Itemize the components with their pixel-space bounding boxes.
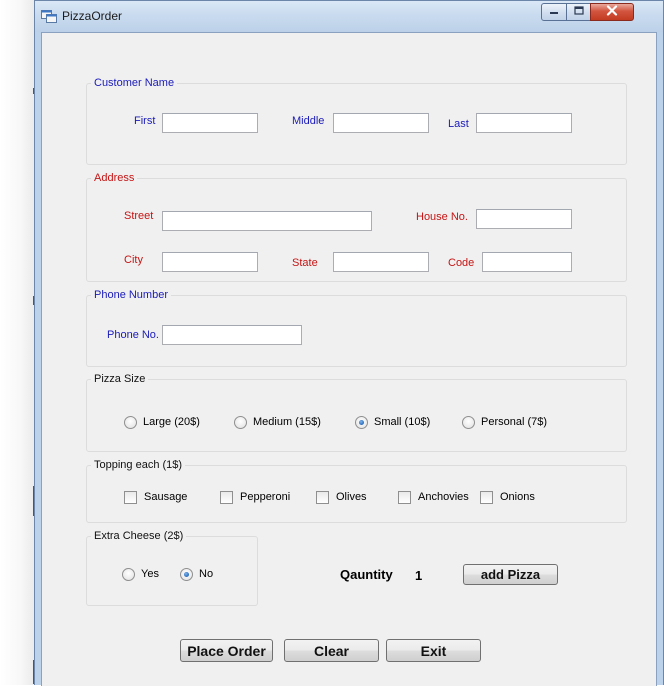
city-input[interactable]: [162, 252, 258, 272]
add-pizza-button[interactable]: add Pizza: [463, 564, 558, 585]
topping-onions-checkbox[interactable]: Onions: [480, 490, 535, 504]
street-input[interactable]: [162, 211, 372, 231]
size-medium-label: Medium (15$): [253, 416, 321, 428]
house-no-label: House No.: [416, 211, 468, 223]
last-name-label: Last: [448, 118, 469, 130]
first-name-label: First: [134, 115, 156, 127]
size-personal-label: Personal (7$): [481, 416, 548, 428]
code-input[interactable]: [482, 252, 572, 272]
checkbox-icon: [220, 490, 233, 504]
size-personal-radio[interactable]: Personal (7$): [462, 415, 547, 429]
size-small-label: Small (10$): [374, 416, 431, 428]
topping-group-label: Topping each (1$): [91, 458, 186, 472]
address-group: Address Street House No. City State Code: [86, 171, 627, 282]
extra-cheese-no-radio[interactable]: No: [180, 567, 213, 581]
topping-sausage-label: Sausage: [144, 491, 188, 503]
window-title: PizzaOrder: [62, 9, 123, 23]
checkbox-icon: [124, 490, 137, 504]
close-icon: [606, 5, 618, 19]
topping-onions-label: Onions: [500, 491, 535, 503]
radio-button-checked-icon: [355, 415, 368, 429]
middle-name-input[interactable]: [333, 113, 429, 133]
house-no-input[interactable]: [476, 209, 572, 229]
pizza-order-window: PizzaOrder Customer Name First Middle La…: [34, 0, 664, 686]
maximize-button[interactable]: [566, 3, 591, 21]
topping-olives-label: Olives: [336, 491, 367, 503]
minimize-button[interactable]: [541, 3, 567, 21]
title-bar[interactable]: PizzaOrder: [35, 1, 663, 32]
radio-button-checked-icon: [180, 567, 193, 581]
extra-cheese-group: Extra Cheese (2$) Yes No: [86, 529, 258, 606]
radio-button-icon: [122, 567, 135, 581]
address-group-label: Address: [91, 171, 138, 185]
customer-name-group-label: Customer Name: [91, 76, 178, 90]
exit-button[interactable]: Exit: [386, 639, 481, 662]
phone-no-input[interactable]: [162, 325, 302, 345]
checkbox-icon: [316, 490, 329, 504]
topping-sausage-checkbox[interactable]: Sausage: [124, 490, 187, 504]
radio-button-icon: [462, 415, 475, 429]
extra-cheese-yes-label: Yes: [141, 568, 159, 580]
topping-anchovies-checkbox[interactable]: Anchovies: [398, 490, 469, 504]
clear-button[interactable]: Clear: [284, 639, 379, 662]
extra-cheese-yes-radio[interactable]: Yes: [122, 567, 159, 581]
topping-pepperoni-checkbox[interactable]: Pepperoni: [220, 490, 290, 504]
place-order-button[interactable]: Place Order: [180, 639, 273, 662]
quantity-value: 1: [415, 568, 423, 583]
extra-cheese-group-label: Extra Cheese (2$): [91, 529, 187, 543]
desktop-background: [0, 0, 36, 685]
size-small-radio[interactable]: Small (10$): [355, 415, 430, 429]
radio-button-icon: [234, 415, 247, 429]
topping-pepperoni-label: Pepperoni: [240, 491, 291, 503]
phone-number-group: Phone Number Phone No.: [86, 288, 627, 367]
first-name-input[interactable]: [162, 113, 258, 133]
customer-name-group: Customer Name First Middle Last: [86, 76, 627, 165]
quantity-label: Qauntity: [340, 567, 393, 582]
topping-anchovies-label: Anchovies: [418, 491, 469, 503]
middle-name-label: Middle: [292, 115, 325, 127]
phone-no-label: Phone No.: [107, 329, 159, 341]
size-medium-radio[interactable]: Medium (15$): [234, 415, 321, 429]
city-label: City: [124, 254, 143, 266]
code-label: Code: [448, 257, 475, 269]
phone-number-group-label: Phone Number: [91, 288, 171, 302]
size-large-radio[interactable]: Large (20$): [124, 415, 200, 429]
checkbox-icon: [480, 490, 493, 504]
size-large-label: Large (20$): [143, 416, 200, 428]
app-icon: [41, 9, 57, 23]
maximize-icon: [573, 6, 584, 18]
close-button[interactable]: [590, 3, 634, 21]
topping-olives-checkbox[interactable]: Olives: [316, 490, 367, 504]
state-input[interactable]: [333, 252, 429, 272]
minimize-icon: [549, 6, 559, 18]
pizza-size-group: Pizza Size Large (20$) Medium (15$) Smal…: [86, 372, 627, 452]
extra-cheese-no-label: No: [199, 568, 214, 580]
street-label: Street: [124, 210, 154, 222]
last-name-input[interactable]: [476, 113, 572, 133]
form-client-area: Customer Name First Middle Last Address …: [41, 32, 657, 686]
topping-group: Topping each (1$) Sausage Pepperoni Oliv…: [86, 458, 627, 523]
pizza-size-group-label: Pizza Size: [91, 372, 149, 386]
state-label: State: [292, 257, 318, 269]
checkbox-icon: [398, 490, 411, 504]
radio-button-icon: [124, 415, 137, 429]
